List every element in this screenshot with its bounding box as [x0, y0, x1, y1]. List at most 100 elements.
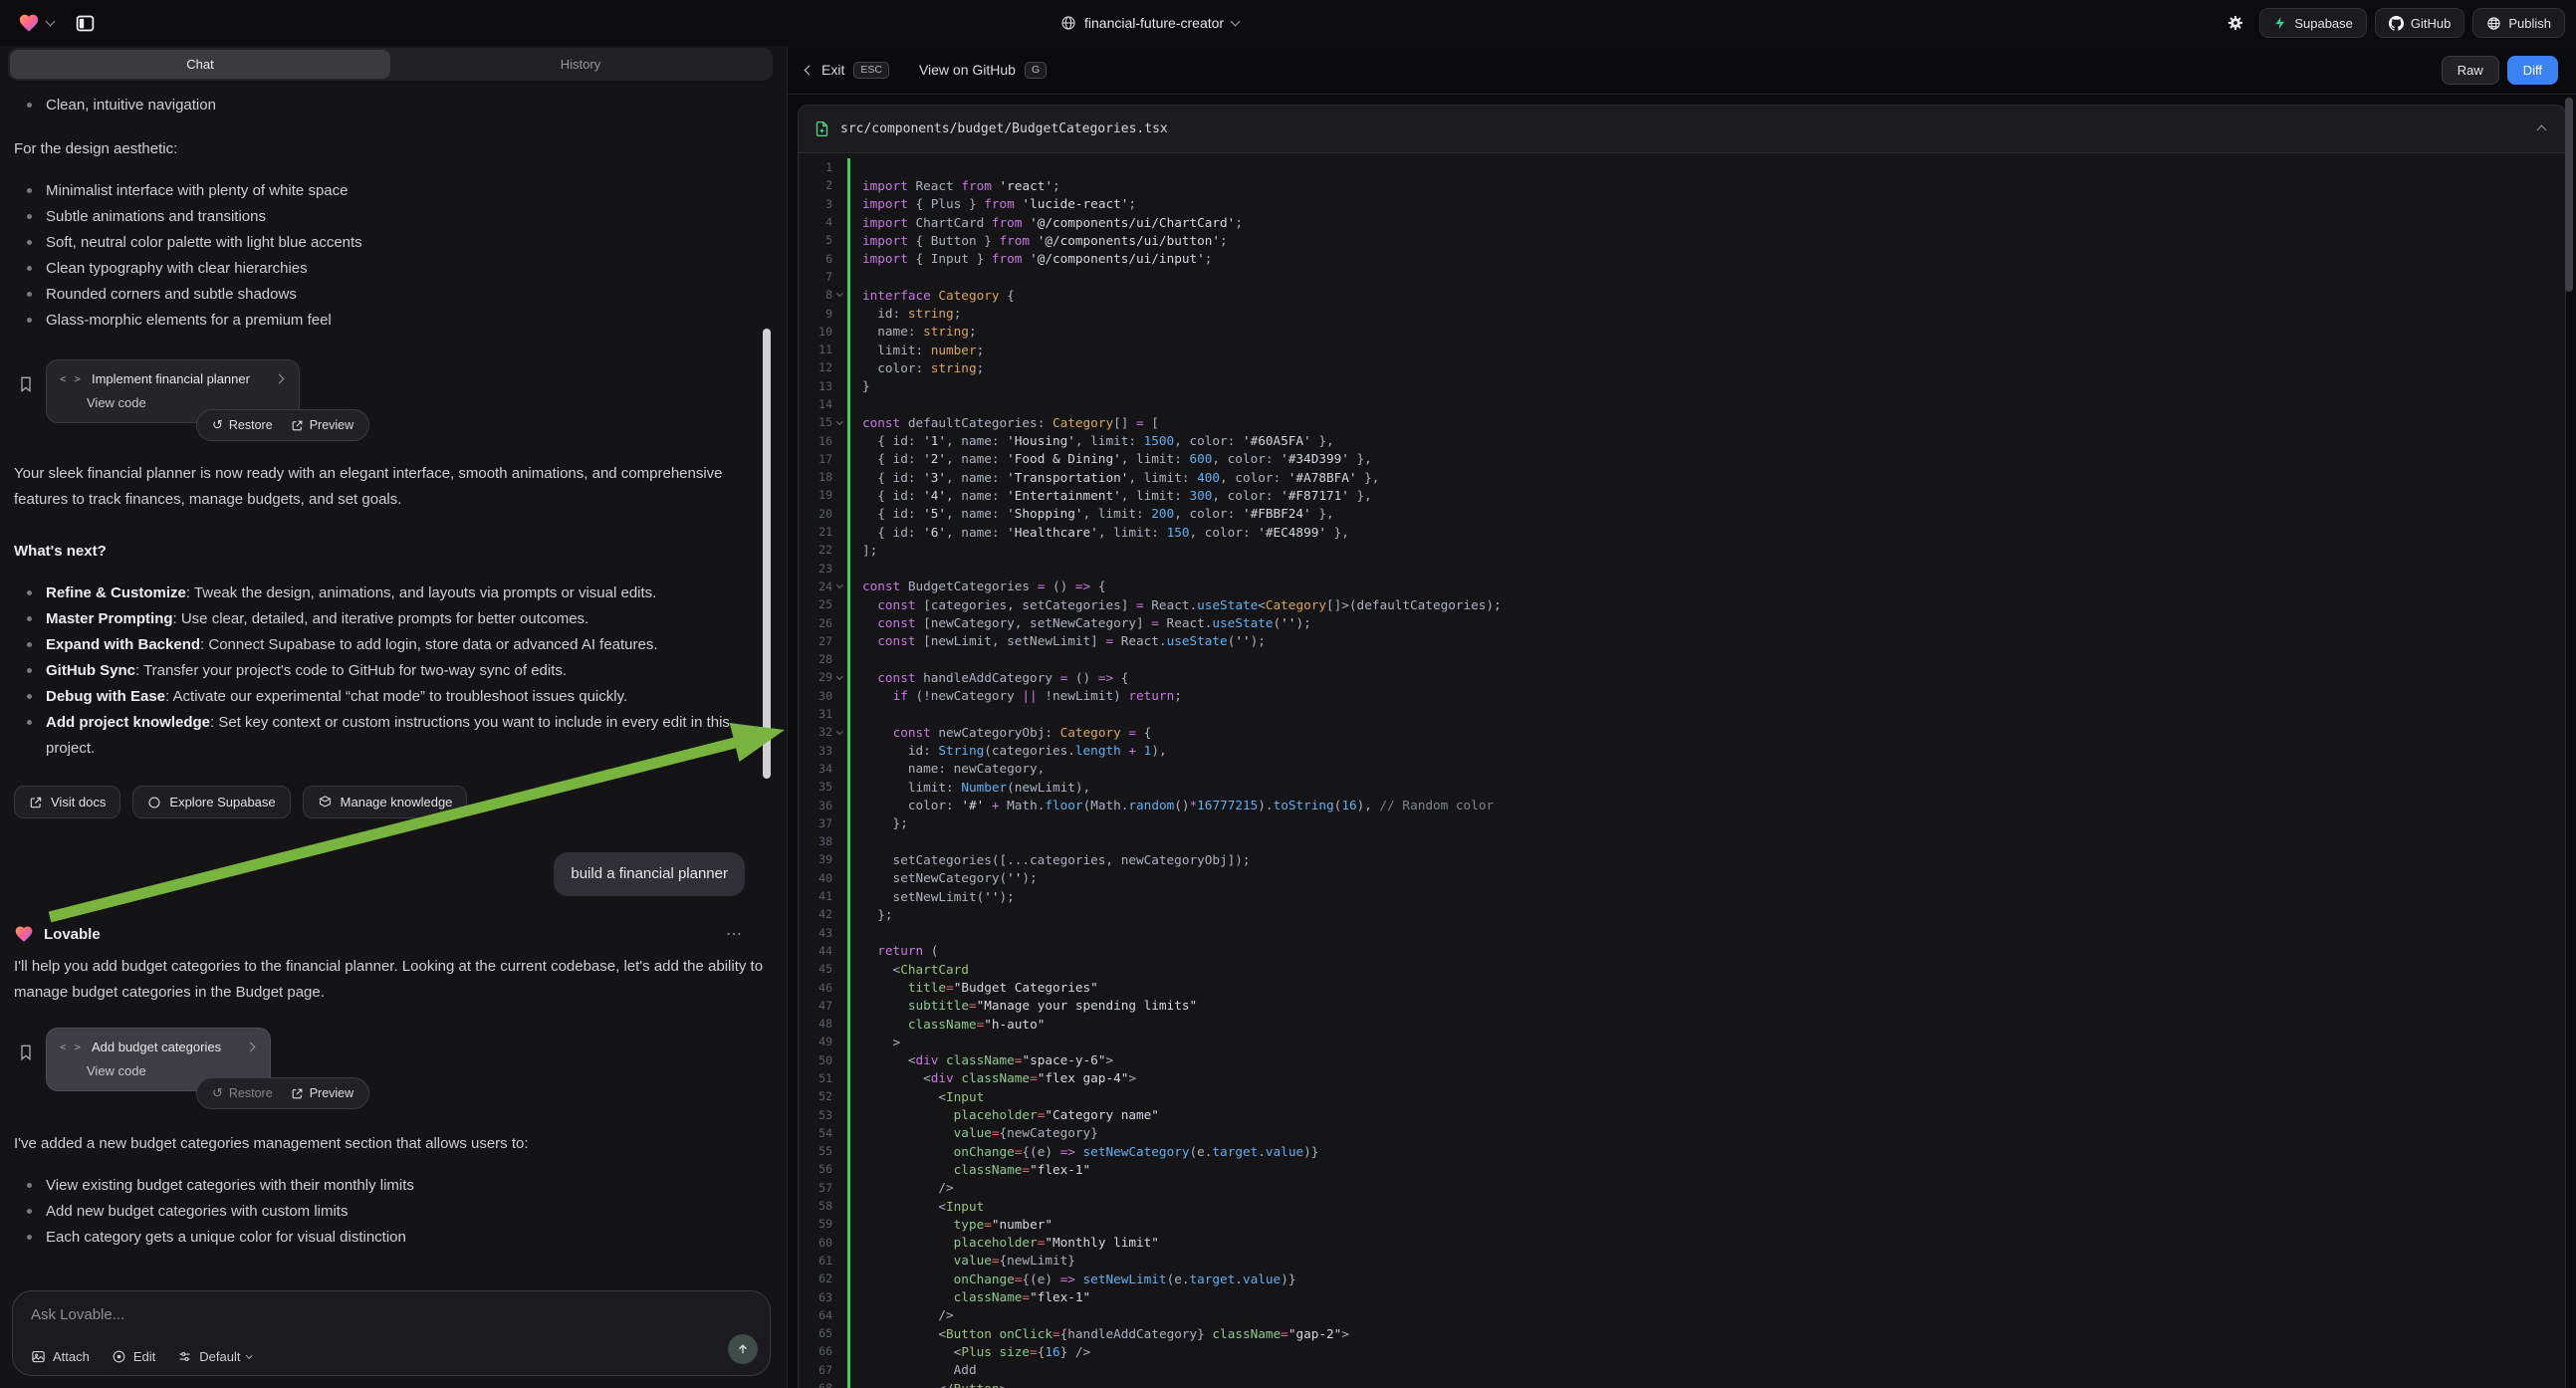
- code-line: 19 { id: '4', name: 'Entertainment', lim…: [799, 486, 2565, 504]
- tab-chat[interactable]: Chat: [10, 50, 390, 79]
- code-line: 32 const newCategoryObj: Category = {: [799, 723, 2565, 741]
- workspace-menu-chevron-icon[interactable]: [46, 17, 56, 27]
- fold-toggle[interactable]: [832, 422, 847, 424]
- diff-button[interactable]: Diff: [2507, 56, 2558, 85]
- code-text: ];: [850, 543, 877, 558]
- code-text: value={newLimit}: [850, 1253, 1075, 1268]
- message-options-button[interactable]: ⋯: [726, 924, 743, 944]
- line-number: 68: [799, 1381, 832, 1388]
- sidebar-icon: [75, 13, 96, 34]
- line-number: 26: [799, 616, 832, 630]
- version-card-add-budget-categories[interactable]: < > Add budget categories View code ↺ Re…: [46, 1028, 271, 1091]
- line-number: 25: [799, 597, 832, 611]
- code-line: 18 { id: '3', name: 'Transportation', li…: [799, 468, 2565, 486]
- code-line: 5import { Button } from '@/components/ui…: [799, 231, 2565, 249]
- view-code-link[interactable]: View code: [87, 1063, 254, 1078]
- code-text: };: [850, 815, 908, 830]
- line-number: 65: [799, 1326, 832, 1340]
- line-number: 8: [799, 288, 832, 302]
- fold-chevron-icon[interactable]: [836, 291, 842, 297]
- line-number: 50: [799, 1053, 832, 1067]
- line-number: 47: [799, 999, 832, 1013]
- fold-chevron-icon[interactable]: [836, 728, 842, 734]
- code-text: { id: '2', name: 'Food & Dining', limit:…: [850, 451, 1372, 466]
- code-text: id: string;: [850, 306, 961, 321]
- tab-history[interactable]: History: [390, 50, 771, 79]
- fold-toggle[interactable]: [832, 732, 847, 734]
- exit-button[interactable]: Exit ESC: [806, 62, 889, 79]
- chat-composer[interactable]: Ask Lovable... Attach Edit Default: [12, 1290, 771, 1376]
- publish-button[interactable]: Publish: [2472, 8, 2565, 38]
- bullet-dot-icon: [27, 240, 32, 245]
- collapse-file-button[interactable]: [2534, 116, 2549, 142]
- preview-button[interactable]: Preview: [291, 1086, 353, 1100]
- code-text: const handleAddCategory = () => {: [850, 670, 1128, 685]
- code-text: title="Budget Categories": [850, 980, 1098, 995]
- github-button[interactable]: GitHub: [2375, 8, 2464, 38]
- chat-panel: Chat History Clean, intuitive navigation…: [0, 46, 787, 1388]
- list-item: View existing budget categories with the…: [14, 1173, 767, 1199]
- restore-button[interactable]: ↺ Restore: [212, 417, 273, 433]
- fold-chevron-icon[interactable]: [836, 418, 842, 424]
- edit-button[interactable]: Edit: [112, 1349, 155, 1364]
- preview-button[interactable]: Preview: [291, 418, 353, 432]
- list-item: Rounded corners and subtle shadows: [14, 282, 767, 308]
- sender-name: Lovable: [44, 926, 101, 943]
- bullet-text: Add new budget categories with custom li…: [46, 1199, 348, 1225]
- line-number: 30: [799, 689, 832, 703]
- code-line: 40 setNewCategory('');: [799, 869, 2565, 887]
- chat-scrollbar[interactable]: [763, 329, 771, 779]
- visit-docs-button[interactable]: Visit docs: [14, 786, 120, 818]
- chevron-left-icon: [805, 65, 815, 75]
- settings-button[interactable]: [2220, 8, 2251, 38]
- line-number: 7: [799, 270, 832, 284]
- code-line: 6import { Input } from '@/components/ui/…: [799, 249, 2565, 267]
- bullet-dot-icon: [27, 668, 32, 673]
- version-card-implement-financial-planner[interactable]: < > Implement financial planner View cod…: [46, 359, 300, 423]
- code-line: 29 const handleAddCategory = () => {: [799, 668, 2565, 686]
- bullet-dot-icon: [27, 616, 32, 621]
- restore-button[interactable]: ↺ Restore: [212, 1085, 273, 1101]
- line-number: 44: [799, 944, 832, 958]
- chat-input[interactable]: Ask Lovable...: [31, 1306, 752, 1323]
- bookmark-icon[interactable]: [18, 375, 34, 393]
- fold-chevron-icon[interactable]: [836, 581, 842, 587]
- lovable-logo-icon[interactable]: [18, 12, 40, 34]
- explore-supabase-button[interactable]: Explore Supabase: [132, 786, 290, 818]
- fold-toggle[interactable]: [832, 585, 847, 587]
- code-text: import { Input } from '@/components/ui/i…: [850, 251, 1212, 266]
- line-number: 29: [799, 670, 832, 684]
- list-item: Glass-morphic elements for a premium fee…: [14, 308, 767, 334]
- line-number: 54: [799, 1126, 832, 1140]
- manage-knowledge-button[interactable]: Manage knowledge: [303, 786, 468, 818]
- mode-selector[interactable]: Default: [177, 1349, 252, 1364]
- file-header[interactable]: src/components/budget/BudgetCategories.t…: [799, 106, 2565, 153]
- file-plus-icon: [815, 120, 829, 137]
- supabase-button[interactable]: Supabase: [2259, 8, 2367, 38]
- raw-button[interactable]: Raw: [2442, 56, 2499, 85]
- fold-toggle[interactable]: [832, 677, 847, 679]
- fold-chevron-icon[interactable]: [836, 673, 842, 679]
- bookmark-icon[interactable]: [18, 1043, 34, 1061]
- line-number: 40: [799, 871, 832, 885]
- esc-key-badge: ESC: [853, 62, 889, 79]
- sidebar-toggle-button[interactable]: [75, 13, 96, 34]
- view-code-link[interactable]: View code: [87, 395, 283, 410]
- code-line: 57 />: [799, 1179, 2565, 1197]
- bullet-dot-icon: [27, 1209, 32, 1214]
- code-text: import React from 'react';: [850, 178, 1060, 193]
- project-selector[interactable]: financial-future-creator: [1060, 0, 1239, 46]
- aesthetic-bullet-list: Minimalist interface with plenty of whit…: [14, 178, 767, 334]
- line-number: 10: [799, 325, 832, 339]
- code-scrollbar[interactable]: [2565, 98, 2573, 292]
- attach-button[interactable]: Attach: [31, 1349, 90, 1364]
- send-button[interactable]: [728, 1334, 758, 1364]
- code-line: 59 type="number": [799, 1215, 2565, 1233]
- fold-toggle[interactable]: [832, 294, 847, 296]
- list-item: Add new budget categories with custom li…: [14, 1199, 767, 1225]
- code-line: 33 id: String(categories.length + 1),: [799, 742, 2565, 760]
- view-on-github-button[interactable]: View on GitHub G: [919, 62, 1047, 79]
- feature-bullet-list: View existing budget categories with the…: [14, 1173, 767, 1251]
- code-text: const BudgetCategories = () => {: [850, 578, 1105, 593]
- diff-added-bar: [847, 560, 850, 578]
